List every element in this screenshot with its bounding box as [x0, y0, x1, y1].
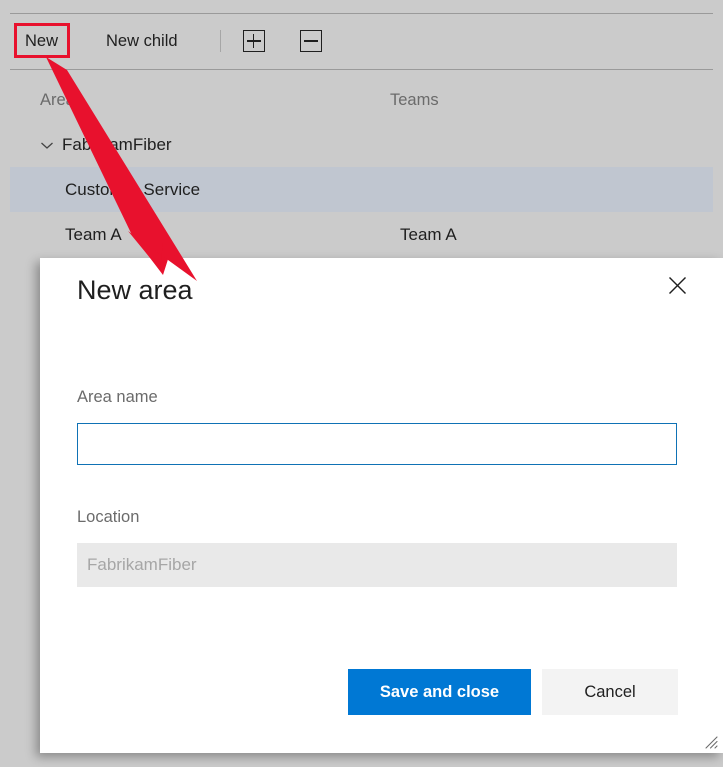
- row-area-label: FabrikamFiber: [62, 134, 172, 154]
- top-divider: [10, 13, 713, 14]
- row-area-cell: Team A: [10, 225, 390, 245]
- row-area-cell: FabrikamFiber: [10, 135, 390, 155]
- new-button[interactable]: New: [15, 26, 68, 57]
- new-area-dialog: New area Area name Location Save and clo…: [40, 258, 723, 753]
- collapse-all-icon[interactable]: [299, 30, 322, 52]
- areas-grid: Area Teams FabrikamFiber Customer Servic…: [0, 78, 723, 257]
- save-and-close-button[interactable]: Save and close: [348, 669, 531, 715]
- row-area-label: Team A: [65, 224, 122, 244]
- row-teams-cell: Team A: [400, 224, 457, 244]
- area-name-label: Area name: [77, 388, 158, 406]
- new-child-button[interactable]: New child: [96, 26, 188, 57]
- location-label: Location: [77, 508, 140, 526]
- table-row[interactable]: Team A Team A: [10, 212, 713, 257]
- row-area-cell: Customer Service: [10, 180, 390, 200]
- close-icon[interactable]: [650, 258, 704, 312]
- row-area-label: Customer Service: [65, 179, 201, 199]
- resize-grip-icon[interactable]: [703, 734, 719, 750]
- column-header-area: Area: [40, 90, 75, 109]
- toolbar: New New child: [0, 22, 723, 60]
- table-row[interactable]: FabrikamFiber: [10, 122, 713, 167]
- location-field: [77, 543, 677, 587]
- expand-all-icon[interactable]: [242, 30, 265, 52]
- grid-header: Area Teams: [0, 78, 723, 122]
- column-header-teams: Teams: [390, 90, 439, 109]
- table-row[interactable]: Customer Service: [10, 167, 713, 212]
- cancel-button[interactable]: Cancel: [542, 669, 678, 715]
- toolbar-separator: [219, 30, 221, 52]
- toolbar-divider: [10, 69, 713, 70]
- dialog-title: New area: [77, 275, 193, 305]
- chevron-down-icon[interactable]: [40, 140, 54, 150]
- area-name-input[interactable]: [77, 423, 677, 465]
